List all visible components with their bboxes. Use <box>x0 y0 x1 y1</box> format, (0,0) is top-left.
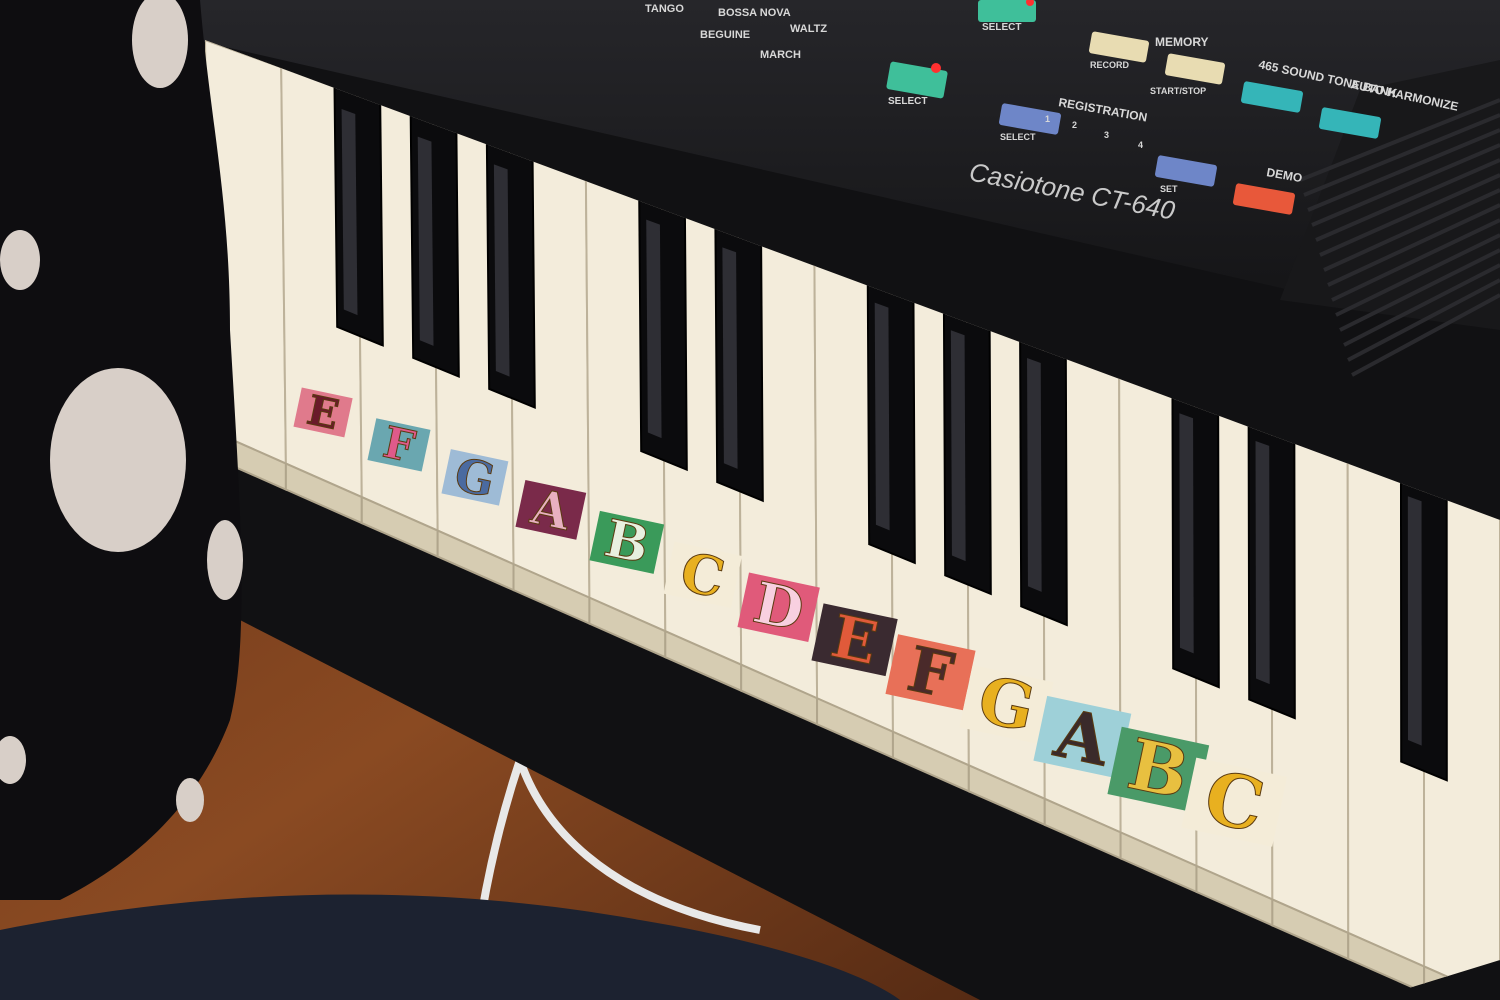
black-key-shine <box>1407 496 1422 746</box>
black-key[interactable] <box>638 194 688 472</box>
rhythm-label-march: MARCH <box>760 49 801 61</box>
registration-select-label: SELECT <box>1000 132 1036 142</box>
black-key[interactable] <box>942 303 992 596</box>
black-key[interactable] <box>866 276 916 565</box>
black-key-shine <box>722 247 738 469</box>
black-key[interactable] <box>1171 385 1220 689</box>
keyboard-photo: TANGO BOSSA NOVA WALTZ BEGUINE MARCH SEL… <box>0 0 1500 1000</box>
black-key[interactable] <box>714 221 764 503</box>
select-label: SELECT <box>888 96 927 107</box>
registration-num-1: 1 <box>1045 114 1050 124</box>
registration-num-2: 2 <box>1072 120 1077 130</box>
rhythm-label-waltz: WALTZ <box>790 23 827 35</box>
black-key-shine <box>1027 357 1042 592</box>
black-key-shine <box>493 164 510 377</box>
black-key-shine <box>341 109 358 316</box>
black-key[interactable] <box>1247 413 1296 720</box>
black-key-shine <box>417 136 434 346</box>
registration-num-3: 3 <box>1104 130 1109 140</box>
black-key-shine <box>1179 413 1194 654</box>
black-key-shine <box>874 302 890 531</box>
black-key[interactable] <box>409 112 460 378</box>
rhythm-label-beguine: BEGUINE <box>700 29 750 41</box>
black-key[interactable] <box>485 139 536 410</box>
record-label: RECORD <box>1090 60 1130 70</box>
rhythm-label-bossa-nova: BOSSA NOVA <box>718 7 791 19</box>
rhythm-label-tango: TANGO <box>645 3 684 15</box>
memory-title: MEMORY <box>1155 35 1209 49</box>
black-key-shine <box>646 219 662 439</box>
black-key-shine <box>1255 440 1270 685</box>
registration-num-4: 4 <box>1138 140 1143 150</box>
black-key[interactable] <box>1399 468 1448 782</box>
start-stop-label: START/STOP <box>1150 86 1206 96</box>
led-select <box>931 63 941 73</box>
black-key[interactable] <box>1019 331 1068 627</box>
select-top-label: SELECT <box>982 22 1021 33</box>
black-key-shine <box>950 330 966 562</box>
black-key[interactable] <box>333 85 384 347</box>
